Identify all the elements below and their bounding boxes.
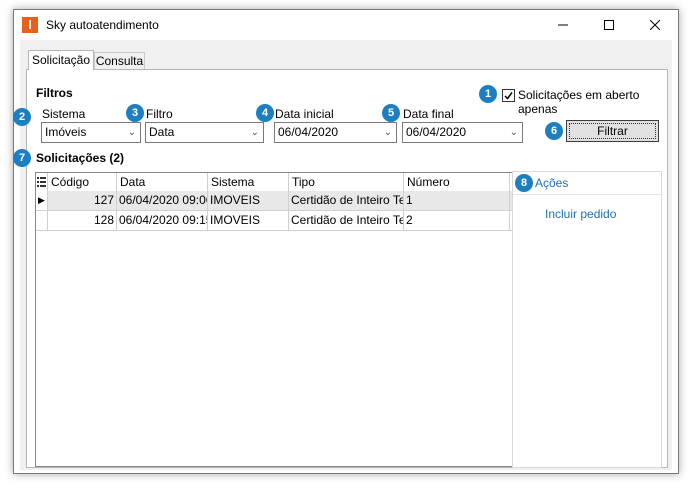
row-selector-arrow-icon[interactable]: ▶ (36, 191, 48, 210)
sistema-value: Imóveis (45, 125, 87, 139)
badge-5: 5 (382, 104, 400, 122)
filtro-select[interactable]: Data ⌄ (145, 122, 264, 143)
tab-consulta[interactable]: Consulta (94, 52, 145, 70)
table-row[interactable]: 128 06/04/2020 09:15 IMOVEIS Certidão de… (36, 211, 512, 231)
cell-codigo: 128 (48, 211, 117, 230)
window-client-area: Solicitação Consulta Filtros 1 Solicitaç… (13, 40, 672, 470)
close-button[interactable] (632, 10, 678, 40)
data-inicial-picker[interactable]: 06/04/2020 ⌄ (274, 122, 397, 143)
requests-grid[interactable]: Código Data Sistema Tipo Número atendime… (35, 172, 513, 467)
app-window: I Sky autoatendimento Solicitação Consul… (13, 9, 679, 474)
column-header-numero[interactable]: Número atendimento (404, 173, 510, 207)
data-final-picker[interactable]: 06/04/2020 ⌄ (402, 122, 523, 143)
open-only-label: Solicitações em aberto apenas (518, 88, 640, 116)
window-title: Sky autoatendimento (46, 18, 159, 32)
table-row[interactable]: ▶ 127 06/04/2020 09:06 IMOVEIS Certidão … (36, 191, 512, 211)
badge-8: 8 (515, 174, 533, 192)
sistema-select[interactable]: Imóveis ⌄ (41, 122, 141, 143)
cell-sistema: IMOVEIS (208, 211, 289, 230)
column-header-tipo[interactable]: Tipo (289, 173, 404, 191)
badge-1: 1 (479, 85, 497, 103)
incluir-pedido-link[interactable]: Incluir pedido (545, 207, 616, 221)
checkmark-icon (504, 92, 513, 100)
title-bar[interactable]: I Sky autoatendimento (14, 10, 678, 40)
badge-3: 3 (126, 104, 144, 122)
app-logo-icon: I (22, 17, 38, 33)
tab-solicitacao[interactable]: Solicitação (28, 50, 94, 70)
actions-panel: 8 Ações Incluir pedido (512, 171, 662, 468)
filtro-value: Data (149, 125, 175, 139)
minimize-icon (558, 24, 568, 26)
column-header-data[interactable]: Data (117, 173, 208, 191)
column-header-codigo[interactable]: Código (48, 173, 117, 191)
cell-numero: 1 (404, 191, 510, 210)
badge-6: 6 (545, 122, 563, 140)
cell-tipo: Certidão de Inteiro Teo (289, 211, 404, 230)
data-inicial-label: Data inicial (275, 107, 334, 121)
chevron-down-icon: ⌄ (250, 127, 259, 138)
cell-codigo: 127 (48, 191, 117, 210)
column-header-sistema[interactable]: Sistema (208, 173, 289, 191)
close-icon (650, 20, 660, 30)
maximize-button[interactable] (586, 10, 632, 40)
data-final-value: 06/04/2020 (406, 125, 467, 139)
open-only-checkbox[interactable] (502, 89, 515, 102)
cell-tipo: Certidão de Inteiro Teo (289, 191, 404, 210)
filtro-label: Filtro (146, 107, 173, 121)
grid-header: Código Data Sistema Tipo Número atendime… (36, 173, 512, 207)
data-final-label: Data final (403, 107, 454, 121)
data-inicial-value: 06/04/2020 (278, 125, 339, 139)
badge-2: 2 (13, 108, 31, 126)
filters-section-title: Filtros (36, 86, 73, 100)
badge-7: 7 (13, 149, 31, 167)
row-selector[interactable] (36, 211, 48, 230)
actions-title: Ações (535, 176, 569, 190)
cell-data: 06/04/2020 09:06 (117, 191, 208, 210)
cell-data: 06/04/2020 09:15 (117, 211, 208, 230)
sistema-label: Sistema (42, 107, 86, 121)
requests-section-title: Solicitações (2) (36, 151, 125, 165)
filtrar-button[interactable]: Filtrar (566, 120, 659, 142)
columns-menu-icon (37, 177, 46, 187)
filtrar-button-label: Filtrar (569, 123, 656, 139)
chevron-down-icon: ⌄ (509, 127, 518, 138)
maximize-icon (604, 20, 614, 30)
grid-corner[interactable] (36, 173, 48, 191)
chevron-down-icon: ⌄ (383, 127, 392, 138)
cell-sistema: IMOVEIS (208, 191, 289, 210)
actions-header: 8 Ações (513, 172, 661, 195)
minimize-button[interactable] (540, 10, 586, 40)
tab-page-solicitacao: Filtros 1 Solicitações em aberto apenas … (13, 69, 668, 468)
cell-numero: 2 (404, 211, 510, 230)
chevron-down-icon: ⌄ (127, 127, 136, 138)
badge-4: 4 (256, 104, 274, 122)
